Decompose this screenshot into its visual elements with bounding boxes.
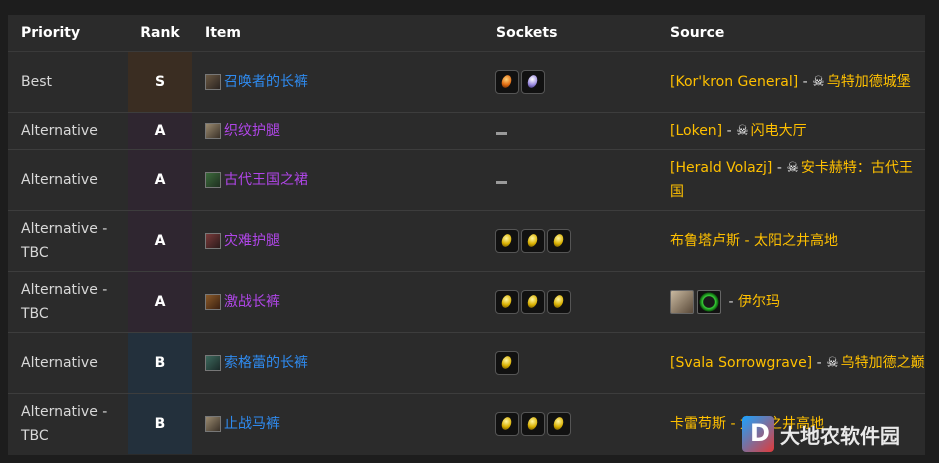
skull-icon: ☠ <box>812 74 825 90</box>
sockets-cell <box>483 271 657 333</box>
source-boss-link[interactable]: [Herald Volazj] <box>670 160 772 176</box>
priority-cell: Alternative - TBC <box>8 210 128 272</box>
item-cell: 古代王国之裙 <box>192 149 483 211</box>
table-row: Alternative A 古代王国之裙 [Herald Volazj] - ☠… <box>8 149 925 211</box>
sockets-cell <box>483 51 657 113</box>
gem-socket-icon[interactable] <box>496 230 518 252</box>
rank-header: Rank <box>128 15 192 52</box>
priority-cell: Alternative - TBC <box>8 271 128 333</box>
skull-icon: ☠ <box>826 355 839 371</box>
priority-cell: Alternative <box>8 149 128 211</box>
rank-cell: A <box>128 271 192 333</box>
site-watermark: D 大地农软件园 <box>742 416 900 452</box>
rank-cell: S <box>128 51 192 113</box>
source-boss-link[interactable]: [Loken] <box>670 123 722 139</box>
source-boss-link[interactable]: [Svala Sorrowgrave] <box>670 355 812 371</box>
item-cell: 索格蕾的长裤 <box>192 332 483 394</box>
source-separator: - <box>798 74 813 90</box>
source-cell: [Svala Sorrowgrave] - ☠ 乌特加德之巅 <box>657 332 925 394</box>
pants-icon <box>205 123 221 139</box>
gem-socket-icon[interactable] <box>522 413 544 435</box>
no-sockets-dash <box>496 181 507 184</box>
sockets-cell <box>483 149 657 211</box>
ring-icon[interactable] <box>697 290 721 314</box>
table-row: Alternative A 织纹护腿 [Loken] - ☠ 闪电大厅 <box>8 112 925 150</box>
lance-icon[interactable] <box>670 290 694 314</box>
source-cell: 布鲁塔卢斯 - 太阳之井高地 <box>657 210 925 272</box>
priority-cell: Alternative <box>8 112 128 150</box>
gem-socket-icon[interactable] <box>496 352 518 374</box>
sockets-cell <box>483 210 657 272</box>
source-header: Source <box>657 15 925 52</box>
source-separator: - <box>772 160 787 176</box>
item-link[interactable]: 古代王国之裙 <box>224 168 308 192</box>
bis-table: Priority Rank Item Sockets Source Best S… <box>8 15 925 454</box>
gem-socket-icon[interactable] <box>496 71 518 93</box>
item-cell: 激战长裤 <box>192 271 483 333</box>
pants-icon <box>205 294 221 310</box>
gem-socket-icon[interactable] <box>522 230 544 252</box>
source-cell: - 伊尔玛 <box>657 271 925 333</box>
bis-table-frame: Priority Rank Item Sockets Source Best S… <box>8 15 925 455</box>
no-sockets-dash <box>496 132 507 135</box>
source-place-link[interactable]: 乌特加德城堡 <box>827 74 911 90</box>
source-place-link[interactable]: 乌特加德之巅 <box>841 355 925 371</box>
rank-cell: B <box>128 393 192 454</box>
rank-cell: A <box>128 210 192 272</box>
gem-socket-icon[interactable] <box>496 413 518 435</box>
table-row: Alternative - TBC A 激战长裤 - 伊尔玛 <box>8 271 925 333</box>
item-header: Item <box>192 15 483 52</box>
sockets-cell <box>483 112 657 150</box>
priority-cell: Alternative <box>8 332 128 394</box>
watermark-text: 大地农软件园 <box>780 423 900 448</box>
skull-icon: ☠ <box>786 160 799 176</box>
priority-cell: Alternative - TBC <box>8 393 128 454</box>
item-link[interactable]: 织纹护腿 <box>224 119 280 143</box>
sockets-header: Sockets <box>483 15 657 52</box>
source-cell: [Loken] - ☠ 闪电大厅 <box>657 112 925 150</box>
gem-socket-icon[interactable] <box>496 291 518 313</box>
item-link[interactable]: 激战长裤 <box>224 290 280 314</box>
rank-cell: A <box>128 112 192 150</box>
item-link[interactable]: 止战马裤 <box>224 412 280 436</box>
priority-cell: Best <box>8 51 128 113</box>
gem-socket-icon[interactable] <box>548 413 570 435</box>
source-place-link[interactable]: 伊尔玛 <box>738 294 780 310</box>
item-link[interactable]: 索格蕾的长裤 <box>224 351 308 375</box>
table-row: Alternative - TBC A 灾难护腿 布鲁塔卢斯 - 太阳之井高地 <box>8 210 925 272</box>
item-cell: 织纹护腿 <box>192 112 483 150</box>
skull-icon: ☠ <box>736 123 749 139</box>
item-link[interactable]: 灾难护腿 <box>224 229 280 253</box>
gem-socket-icon[interactable] <box>522 291 544 313</box>
gem-socket-icon[interactable] <box>548 291 570 313</box>
table-row: Alternative B 索格蕾的长裤 [Svala Sorrowgrave]… <box>8 332 925 394</box>
skirt-icon <box>205 172 221 188</box>
source-separator: - <box>812 355 827 371</box>
sockets-cell <box>483 332 657 394</box>
table-header-row: Priority Rank Item Sockets Source <box>8 15 925 52</box>
pants-icon <box>205 355 221 371</box>
source-separator: - <box>724 294 738 310</box>
rank-cell: B <box>128 332 192 394</box>
gem-socket-icon[interactable] <box>522 71 544 93</box>
priority-header: Priority <box>8 15 128 52</box>
pants-icon <box>205 233 221 249</box>
source-place-link[interactable]: 闪电大厅 <box>751 123 807 139</box>
item-cell: 灾难护腿 <box>192 210 483 272</box>
source-boss-link[interactable]: [Kor'kron General] <box>670 74 798 90</box>
rank-cell: A <box>128 149 192 211</box>
pants-icon <box>205 416 221 432</box>
item-cell: 止战马裤 <box>192 393 483 454</box>
sockets-cell <box>483 393 657 454</box>
source-separator: - <box>722 123 737 139</box>
watermark-logo-icon: D <box>742 416 774 452</box>
item-cell: 召唤者的长裤 <box>192 51 483 113</box>
source-cell: [Kor'kron General] - ☠ 乌特加德城堡 <box>657 51 925 113</box>
source-cell: [Herald Volazj] - ☠ 安卡赫特：古代王国 <box>657 149 925 211</box>
item-link[interactable]: 召唤者的长裤 <box>224 70 308 94</box>
table-row: Best S 召唤者的长裤 [Kor'kron General] - ☠ 乌特加德… <box>8 51 925 113</box>
pants-icon <box>205 74 221 90</box>
gem-socket-icon[interactable] <box>548 230 570 252</box>
